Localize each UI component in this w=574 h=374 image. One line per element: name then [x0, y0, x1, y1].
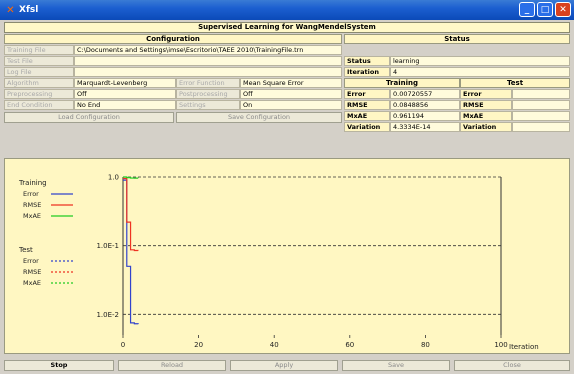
maximize-button[interactable]: □: [537, 2, 553, 17]
y-tick-label: 1.0E-2: [96, 311, 119, 319]
x-tick-label: 0: [121, 341, 125, 349]
page-title: Supervised Learning for WangMendelSystem: [4, 22, 570, 33]
end-condition-label[interactable]: End Condition: [4, 100, 74, 110]
test-file-label[interactable]: Test File: [4, 56, 74, 66]
postprocessing-label[interactable]: Postprocessing: [176, 89, 240, 99]
training-mxae-value: 0.961194: [390, 111, 460, 121]
status-value: learning: [390, 56, 570, 66]
x-axis-label: Iteration: [509, 343, 539, 351]
window-title: Xfsl: [19, 5, 39, 15]
training-error-label: Error: [344, 89, 390, 99]
training-rmse-label: RMSE: [344, 100, 390, 110]
series-line-rmse: [123, 177, 139, 252]
stop-button[interactable]: Stop: [4, 360, 114, 371]
training-mxae-label: MxAE: [344, 111, 390, 121]
app-icon: ✕: [6, 4, 15, 16]
load-configuration-button[interactable]: Load Configuration: [4, 112, 174, 123]
learning-chart: 1.0 1.0E-1 1.0E-2 0 20 40 60 80 100 Iteration Trai…: [18, 174, 539, 352]
end-condition-field: No End: [74, 100, 176, 110]
training-error-value: 0.00720557: [390, 89, 460, 99]
y-tick-label: 1.0E-1: [96, 242, 119, 250]
test-mxae-value: [512, 111, 570, 121]
test-rmse-value: [512, 100, 570, 110]
x-tick-label: 60: [345, 341, 354, 349]
reload-button[interactable]: Reload: [118, 360, 226, 371]
apply-button[interactable]: Apply: [230, 360, 338, 371]
legend-test-title: Test: [18, 246, 33, 254]
training-variation-label: Variation: [344, 122, 390, 132]
legend-item-label: MxAE: [23, 212, 41, 220]
test-heading: Test: [460, 78, 570, 88]
legend-item-label: RMSE: [23, 268, 41, 276]
legend-item-label: Error: [23, 190, 39, 198]
log-file-field[interactable]: [74, 67, 342, 77]
postprocessing-field: Off: [240, 89, 342, 99]
iteration-label: Iteration: [344, 67, 390, 77]
training-file-label[interactable]: Training File: [4, 45, 74, 55]
learning-chart-panel: 1.0 1.0E-1 1.0E-2 0 20 40 60 80 100 Iteration Trai…: [4, 158, 570, 354]
test-error-value: [512, 89, 570, 99]
algorithm-field: Marquardt-Levenberg: [74, 78, 176, 88]
test-file-field[interactable]: [74, 56, 342, 66]
algorithm-label[interactable]: Algorithm: [4, 78, 74, 88]
legend-item-label: Error: [23, 257, 39, 265]
training-variation-value: 4.3334E-14: [390, 122, 460, 132]
settings-field: On: [240, 100, 342, 110]
x-tick-label: 80: [421, 341, 430, 349]
close-window-button[interactable]: ✕: [555, 2, 571, 17]
iteration-value: 4: [390, 67, 570, 77]
settings-label[interactable]: Settings: [176, 100, 240, 110]
close-button[interactable]: Close: [454, 360, 570, 371]
minimize-button[interactable]: _: [519, 2, 535, 17]
test-rmse-label: RMSE: [460, 100, 512, 110]
y-tick-label: 1.0: [108, 174, 119, 182]
error-function-label[interactable]: Error Function: [176, 78, 240, 88]
save-button[interactable]: Save: [342, 360, 450, 371]
configuration-heading: Configuration: [4, 34, 342, 44]
training-file-field[interactable]: C:\Documents and Settings\imse\Escritori…: [74, 45, 342, 55]
series-line-error: [123, 179, 139, 325]
log-file-label[interactable]: Log File: [4, 67, 74, 77]
training-heading: Training: [344, 78, 460, 88]
test-variation-label: Variation: [460, 122, 512, 132]
error-function-field: Mean Square Error: [240, 78, 342, 88]
test-mxae-label: MxAE: [460, 111, 512, 121]
legend-training-title: Training: [18, 179, 47, 187]
test-variation-value: [512, 122, 570, 132]
title-bar: ✕ Xfsl _ □ ✕: [0, 0, 574, 20]
test-error-label: Error: [460, 89, 512, 99]
status-heading: Status: [344, 34, 570, 44]
preprocessing-label[interactable]: Preprocessing: [4, 89, 74, 99]
training-rmse-value: 0.0848856: [390, 100, 460, 110]
x-tick-label: 100: [494, 341, 507, 349]
preprocessing-field: Off: [74, 89, 176, 99]
legend-item-label: RMSE: [23, 201, 41, 209]
legend-item-label: MxAE: [23, 279, 41, 287]
x-tick-label: 40: [270, 341, 279, 349]
status-label: Status: [344, 56, 390, 66]
save-configuration-button[interactable]: Save Configuration: [176, 112, 342, 123]
x-tick-label: 20: [194, 341, 203, 349]
